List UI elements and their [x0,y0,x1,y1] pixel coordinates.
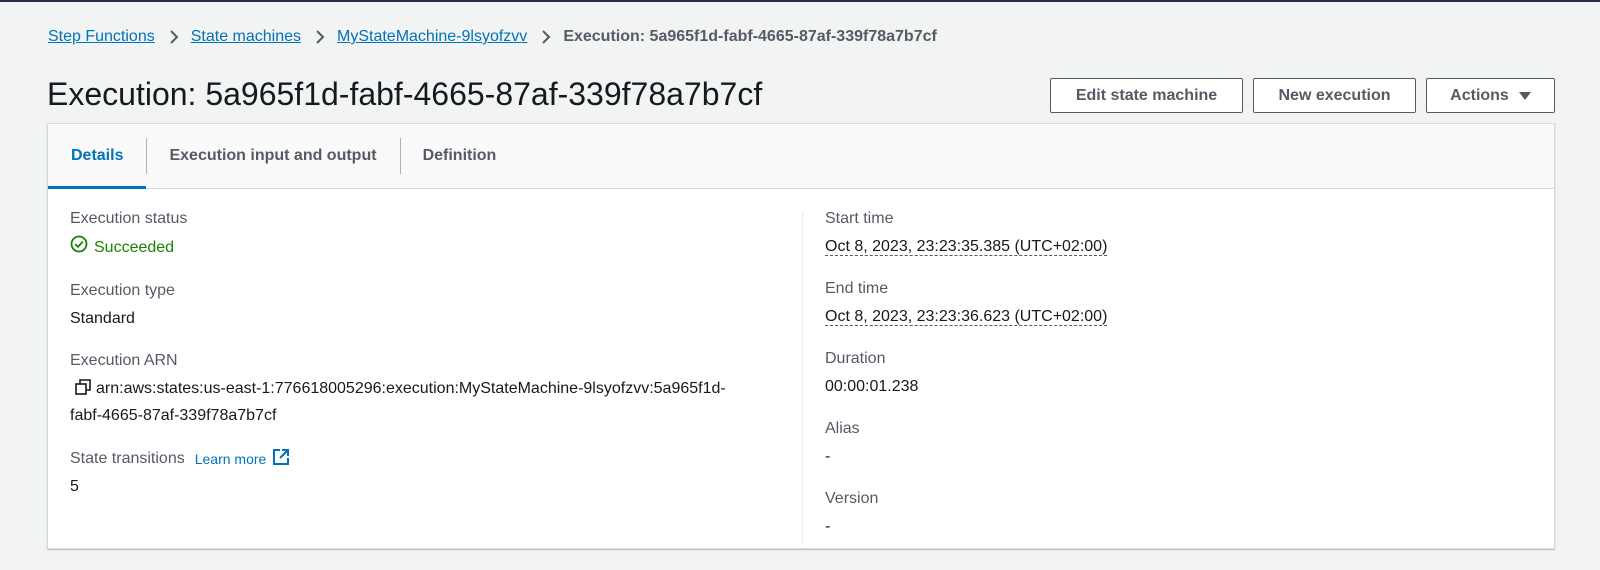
execution-arn-label: Execution ARN [70,352,178,369]
execution-type-field: Execution type Standard [70,281,770,331]
start-time-field: Start time Oct 8, 2023, 23:23:35.385 (UT… [825,209,1525,259]
details-left-column: Execution status Succeeded Execution typ… [70,209,770,519]
execution-details-panel: Details Execution input and output Defin… [47,123,1555,549]
execution-status-label: Execution status [70,210,188,227]
details-right-column: Start time Oct 8, 2023, 23:23:35.385 (UT… [825,209,1525,559]
breadcrumb-state-machine[interactable]: MyStateMachine-9lsyofzvv [337,27,527,47]
end-time-value[interactable]: Oct 8, 2023, 23:23:36.623 (UTC+02:00) [825,308,1108,326]
copy-icon[interactable] [74,378,92,404]
execution-status-value: Succeeded [94,239,175,256]
execution-arn-field: Execution ARN arn:aws:states:us-east-1:7… [70,351,770,428]
tab-details[interactable]: Details [48,124,147,189]
execution-arn-value: arn:aws:states:us-east-1:776618005296:ex… [70,377,770,428]
edit-state-machine-button[interactable]: Edit state machine [1050,78,1243,113]
tab-definition[interactable]: Definition [399,124,520,188]
state-transitions-label-row: State transitions Learn more [70,448,770,469]
external-link-icon [272,448,290,469]
duration-field: Duration 00:00:01.238 [825,349,1525,399]
version-label: Version [825,490,879,507]
tab-bar: Details Execution input and output Defin… [48,124,1554,189]
actions-dropdown-button[interactable]: Actions [1426,78,1555,113]
column-divider [802,211,803,546]
actions-label: Actions [1450,86,1509,104]
end-time-field: End time Oct 8, 2023, 23:23:36.623 (UTC+… [825,279,1525,329]
chevron-right-icon [541,29,551,45]
execution-arn-line-1: arn:aws:states:us-east-1:776618005296:ex… [96,380,726,397]
tab-details-label: Details [71,147,124,164]
state-transitions-label: State transitions [70,449,185,467]
breadcrumb-state-machines[interactable]: State machines [191,27,301,47]
version-value: - [825,518,831,535]
tab-execution-input-output[interactable]: Execution input and output [146,124,399,188]
new-execution-button[interactable]: New execution [1253,78,1416,113]
alias-value: - [825,448,831,465]
tab-execution-input-output-label: Execution input and output [169,147,377,164]
version-field: Version - [825,489,1525,539]
duration-label: Duration [825,350,886,367]
details-content: Execution status Succeeded Execution typ… [48,189,1554,550]
execution-type-label: Execution type [70,282,175,299]
chevron-right-icon [169,29,179,45]
check-circle-icon [70,235,88,261]
new-execution-label: New execution [1278,86,1391,104]
execution-status-field: Execution status Succeeded [70,209,770,261]
alias-field: Alias - [825,419,1525,469]
top-border [0,0,1600,2]
header-actions: Edit state machine New execution Actions [1050,78,1555,113]
learn-more-link[interactable]: Learn more [195,448,291,469]
end-time-label: End time [825,280,889,297]
breadcrumb-current: Execution: 5a965f1d-fabf-4665-87af-339f7… [563,28,937,45]
page-title: Execution: 5a965f1d-fabf-4665-87af-339f7… [47,76,763,112]
start-time-label: Start time [825,210,894,227]
alias-label: Alias [825,420,860,437]
caret-down-icon [1518,91,1531,101]
status-badge: Succeeded [70,235,770,261]
state-transitions-field: State transitions Learn more 5 [70,448,770,499]
breadcrumb-step-functions[interactable]: Step Functions [48,27,155,47]
tab-definition-label: Definition [422,147,497,164]
duration-value: 00:00:01.238 [825,378,919,395]
edit-state-machine-label: Edit state machine [1075,86,1218,104]
breadcrumb: Step Functions State machines MyStateMac… [48,27,937,47]
learn-more-label: Learn more [194,450,267,467]
start-time-value[interactable]: Oct 8, 2023, 23:23:35.385 (UTC+02:00) [825,238,1108,256]
execution-arn-line-2: fabf-4665-87af-339f78a7b7cf [70,407,277,424]
chevron-right-icon [315,29,325,45]
state-transitions-value: 5 [70,478,79,495]
execution-type-value: Standard [70,310,135,327]
